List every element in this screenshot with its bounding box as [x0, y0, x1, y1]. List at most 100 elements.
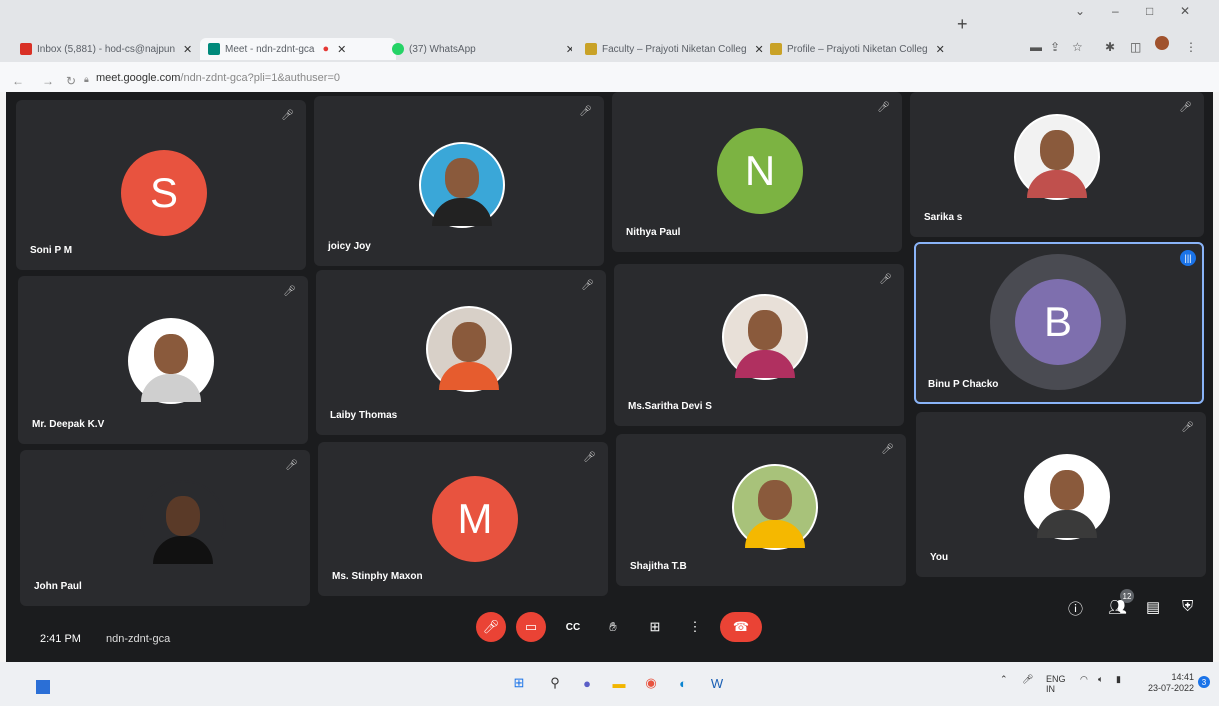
meet-grid: S 🎤︎ Soni P M 🎤︎ joicy Joy N 🎤︎ Nithya P…: [6, 92, 1213, 662]
participant-name: Sarika s: [924, 212, 963, 223]
activities-icon[interactable]: ⛨: [1182, 598, 1193, 615]
whatsapp-icon: [392, 43, 404, 55]
participant-tile[interactable]: 🎤︎ joicy Joy: [314, 96, 604, 266]
language-indicator[interactable]: ENG IN: [1046, 674, 1066, 694]
region-label: IN: [1046, 684, 1055, 694]
meet-icon: [208, 43, 220, 55]
chevron-up-icon[interactable]: ⌃: [1000, 674, 1008, 685]
participant-name: joicy Joy: [328, 241, 371, 252]
close-icon[interactable]: ✕: [337, 43, 346, 56]
participant-name: Laiby Thomas: [330, 410, 398, 421]
avatar: [419, 142, 505, 228]
close-icon[interactable]: ✕: [755, 43, 764, 56]
reload-icon[interactable]: ↻: [66, 74, 76, 88]
participant-tile[interactable]: S 🎤︎ Soni P M: [16, 100, 306, 270]
participant-name: Binu P Chacko: [928, 379, 999, 390]
participant-name: Shajitha T.B: [630, 561, 687, 572]
participant-tile[interactable]: 🎤︎ Shajitha T.B: [616, 434, 906, 586]
extensions-icon[interactable]: ✱: [1105, 40, 1115, 54]
participant-tile[interactable]: 🎤︎ Ms.Saritha Devi S: [614, 264, 904, 426]
battery-icon[interactable]: ▮: [1116, 674, 1121, 685]
profile-avatar[interactable]: [1155, 36, 1169, 50]
tab-meet[interactable]: Meet - ndn-zdnt-gca ● ✕: [200, 38, 396, 60]
people-icon[interactable]: 👥︎: [1108, 598, 1127, 616]
file-explorer-icon[interactable]: ▬: [608, 672, 630, 694]
tab-whatsapp[interactable]: (37) WhatsApp ✕: [392, 38, 572, 60]
avatar: [1024, 454, 1110, 540]
word-icon[interactable]: W: [706, 672, 728, 694]
participant-name: Ms.Saritha Devi S: [628, 401, 712, 412]
recording-dot-icon: ●: [322, 43, 330, 55]
avatar: M: [432, 476, 518, 562]
minimize-button[interactable]: –: [1112, 4, 1119, 18]
camera-toggle-button[interactable]: ▭: [516, 612, 546, 642]
tab-gmail[interactable]: Inbox (5,881) - hod-cs@najpun ✕: [20, 38, 200, 60]
windows-start-icon[interactable]: ⊞: [508, 672, 530, 694]
wifi-icon[interactable]: ◠: [1080, 674, 1088, 685]
participant-tile[interactable]: M 🎤︎ Ms. Stinphy Maxon: [318, 442, 608, 596]
participant-name: You: [930, 552, 949, 563]
url-host: meet.google.com: [96, 72, 181, 84]
end-call-button[interactable]: ☎︎: [720, 612, 762, 642]
mic-tray-icon[interactable]: 🎤︎: [1022, 674, 1033, 685]
mic-off-icon: 🎤︎: [581, 280, 594, 291]
volume-icon[interactable]: 🔈︎: [1098, 674, 1103, 685]
system-clock[interactable]: 14:41 23-07-2022: [1148, 672, 1194, 694]
participant-tile-speaking[interactable]: B ||| Binu P Chacko: [914, 242, 1204, 404]
mic-off-icon: 🎤︎: [285, 460, 298, 471]
star-icon[interactable]: ☆: [1072, 40, 1083, 54]
info-icon[interactable]: ⓘ: [1068, 598, 1083, 619]
edge-icon[interactable]: ◐: [672, 672, 694, 694]
participant-tile-self[interactable]: 🎤︎ You: [916, 412, 1206, 577]
avatar: [128, 318, 214, 404]
back-icon[interactable]: ←: [12, 74, 24, 88]
tab-label: Meet - ndn-zdnt-gca: [225, 43, 315, 55]
lock-icon: 🔒︎: [84, 74, 89, 84]
participant-tile[interactable]: 🎤︎ John Paul: [20, 450, 310, 606]
avatar: N: [717, 128, 803, 214]
more-options-button[interactable]: ⋮: [680, 612, 710, 642]
mic-off-icon: 🎤︎: [881, 444, 894, 455]
close-window-button[interactable]: ✕: [1180, 4, 1190, 18]
gmail-icon: [20, 43, 32, 55]
desktop-icon[interactable]: [36, 680, 50, 694]
tab-profile[interactable]: Profile – Prajyoti Niketan Colleg ✕: [770, 38, 950, 60]
close-icon[interactable]: ✕: [936, 43, 945, 56]
meeting-time: 2:41 PM: [40, 633, 81, 645]
chat-icon[interactable]: ▤: [1146, 598, 1160, 616]
mic-off-icon: 🎤︎: [281, 110, 294, 121]
chevron-down-icon[interactable]: ⌄: [1075, 4, 1085, 18]
search-icon[interactable]: ⚲: [544, 672, 566, 694]
avatar: [722, 294, 808, 380]
participant-tile[interactable]: 🎤︎ Laiby Thomas: [316, 270, 606, 435]
avatar: S: [121, 150, 207, 236]
raise-hand-button[interactable]: ✋︎: [598, 612, 628, 642]
participant-tile[interactable]: 🎤︎ Mr. Deepak K.V: [18, 276, 308, 444]
avatar: [732, 464, 818, 550]
participant-tile[interactable]: 🎤︎ Sarika s: [910, 92, 1204, 237]
notification-badge[interactable]: 3: [1198, 676, 1210, 688]
college-icon: [585, 43, 597, 55]
maximize-button[interactable]: □: [1146, 4, 1153, 18]
participant-name: John Paul: [34, 581, 82, 592]
mic-toggle-button[interactable]: 🎤︎: [476, 612, 506, 642]
captions-button[interactable]: CC: [558, 612, 588, 642]
menu-icon[interactable]: ⋮: [1185, 40, 1197, 54]
forward-icon[interactable]: →: [42, 74, 54, 88]
share-icon[interactable]: ⇪: [1050, 40, 1060, 54]
close-icon[interactable]: ✕: [566, 43, 572, 56]
college-icon: [770, 43, 782, 55]
camera-icon[interactable]: ▬: [1030, 40, 1042, 54]
sidepanel-icon[interactable]: ◫: [1130, 40, 1141, 54]
tab-faculty[interactable]: Faculty – Prajyoti Niketan Colleg ✕: [585, 38, 765, 60]
chrome-icon[interactable]: ◉: [640, 672, 662, 694]
mic-off-icon: 🎤︎: [877, 102, 890, 113]
teams-icon[interactable]: ●: [576, 672, 598, 694]
audio-wave-icon: |||: [1180, 250, 1196, 266]
url-field[interactable]: meet.google.com/ndn-zdnt-gca?pli=1&authu…: [96, 72, 340, 84]
participant-name: Ms. Stinphy Maxon: [332, 571, 423, 582]
present-button[interactable]: ⊞: [640, 612, 670, 642]
new-tab-button[interactable]: +: [957, 14, 968, 35]
participant-tile[interactable]: N 🎤︎ Nithya Paul: [612, 92, 902, 252]
close-icon[interactable]: ✕: [183, 43, 192, 56]
